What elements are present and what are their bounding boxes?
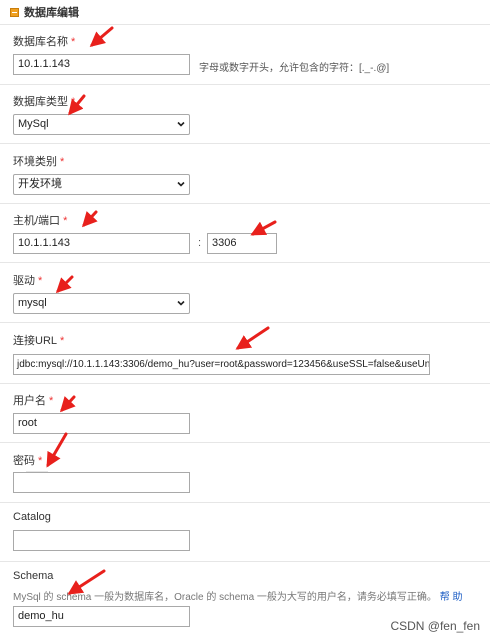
db-type-label: 数据库类型 * — [13, 96, 76, 108]
chevron-down-icon — [177, 300, 185, 306]
driver-label: 驱动 * — [13, 275, 43, 287]
host-port-separator: : — [198, 237, 202, 249]
arrow-db-name — [89, 26, 114, 47]
schema-input[interactable]: demo_hu — [13, 606, 190, 627]
arrow-host — [81, 210, 98, 228]
db-name-label: 数据库名称 * — [13, 36, 76, 48]
divider — [0, 442, 490, 443]
divider — [0, 383, 490, 384]
watermark: CSDN @fen_fen — [390, 619, 480, 633]
section-header: 数据库编辑 — [10, 4, 79, 20]
db-type-select[interactable]: MySql — [13, 114, 190, 135]
divider — [0, 203, 490, 204]
chevron-down-icon — [177, 181, 185, 187]
username-input[interactable]: root — [13, 413, 190, 434]
url-label: 连接URL * — [13, 335, 65, 347]
catalog-input[interactable] — [13, 530, 190, 551]
username-label: 用户名 * — [13, 395, 54, 407]
divider — [0, 502, 490, 503]
divider — [0, 561, 490, 562]
port-input[interactable]: 3306 — [207, 233, 277, 254]
password-label: 密码 * — [13, 455, 43, 467]
password-input[interactable] — [13, 472, 190, 493]
arrow-driver — [55, 275, 74, 294]
arrow-username — [59, 395, 76, 413]
arrow-password — [46, 432, 68, 468]
url-input[interactable]: jdbc:mysql://10.1.1.143:3306/demo_hu?use… — [13, 354, 430, 375]
arrow-url — [235, 326, 270, 350]
divider — [0, 24, 490, 25]
help-link[interactable]: 帮 助 — [440, 592, 463, 603]
schema-label: Schema — [13, 570, 54, 582]
env-type-select[interactable]: 开发环境 — [13, 174, 190, 195]
divider — [0, 322, 490, 323]
driver-select[interactable]: mysql — [13, 293, 190, 314]
schema-hint: MySql 的 schema 一般为数据库名，Oracle 的 schema 一… — [13, 592, 463, 603]
divider — [0, 262, 490, 263]
env-type-label: 环境类别 * — [13, 156, 65, 168]
divider — [0, 84, 490, 85]
db-name-hint: 字母或数字开头，允许包含的字符：[._-.@] — [199, 63, 390, 74]
chevron-down-icon — [177, 121, 185, 127]
divider — [0, 143, 490, 144]
edit-icon — [10, 7, 19, 17]
catalog-label: Catalog — [13, 511, 51, 523]
section-title: 数据库编辑 — [24, 7, 79, 19]
host-port-label: 主机/端口 * — [13, 215, 68, 227]
host-input[interactable]: 10.1.1.143 — [13, 233, 190, 254]
db-name-input[interactable]: 10.1.1.143 — [13, 54, 190, 75]
